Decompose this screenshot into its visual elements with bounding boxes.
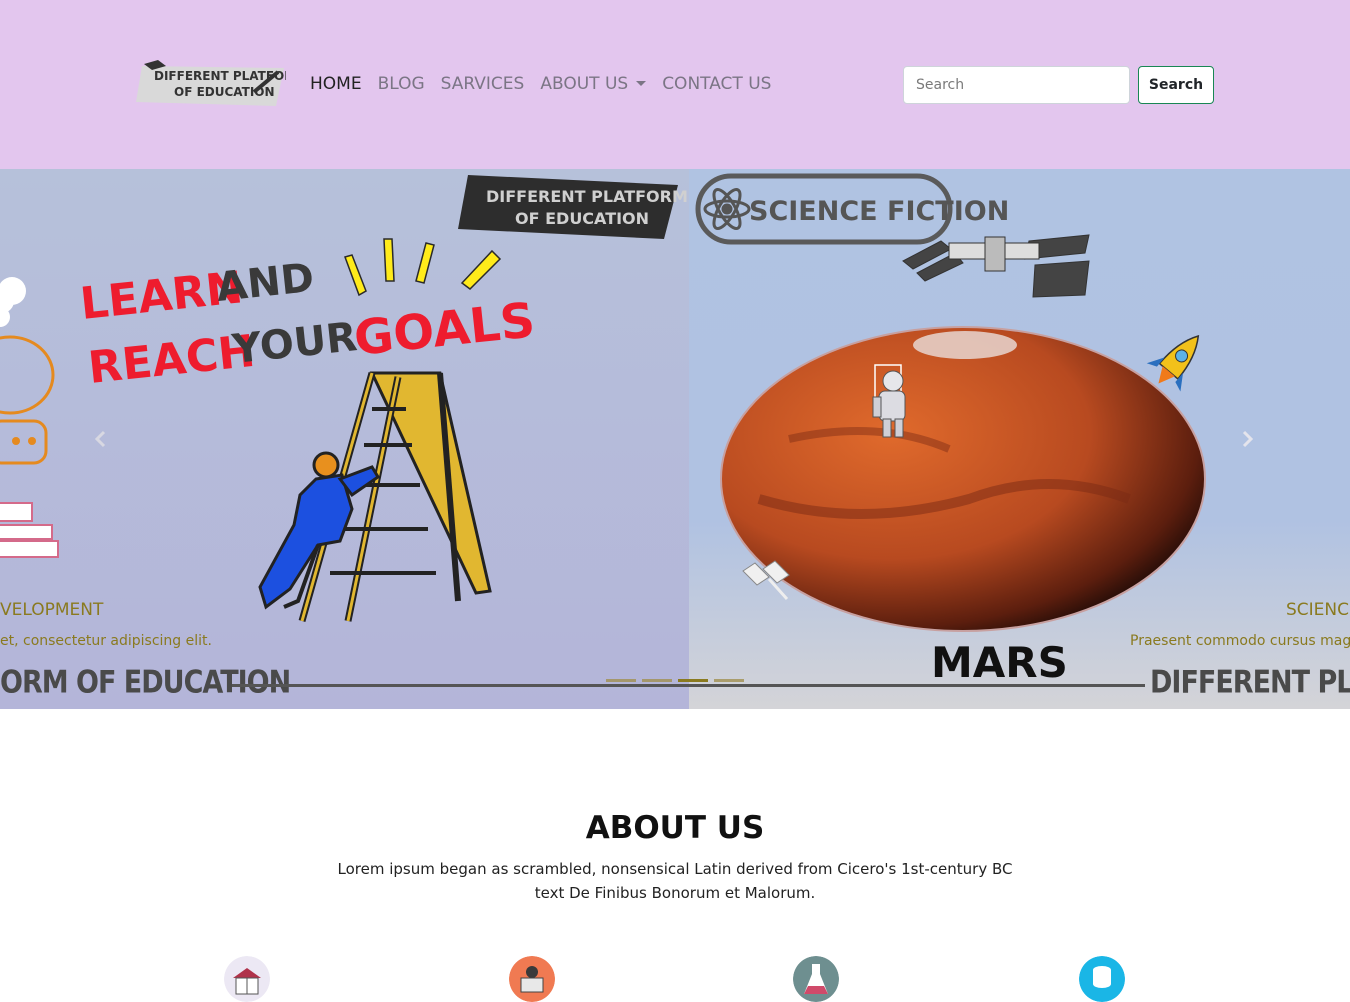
space-station-icon <box>902 234 1090 298</box>
slide-caption-title: SCIENC <box>1286 600 1350 620</box>
nav-about-label: ABOUT US <box>540 74 629 94</box>
database-icon <box>1079 956 1125 1002</box>
carousel-indicator-3[interactable] <box>678 679 708 682</box>
mars-label: MARS <box>931 638 1068 687</box>
carousel-indicators <box>606 679 744 682</box>
slide-band-text: ORM OF EDUCATION <box>0 664 291 701</box>
platform-logo-dark: DIFFERENT PLATFORM OF EDUCATION <box>458 175 688 239</box>
atom-icon <box>703 188 751 230</box>
search-button[interactable]: Search <box>1138 66 1214 104</box>
chat-bubble-icon <box>0 419 48 465</box>
book-icon <box>224 956 270 1002</box>
svg-text:YOUR: YOUR <box>229 314 359 373</box>
slide-caption-title: VELOPMENT <box>0 600 104 620</box>
nav-services[interactable]: SARVICES <box>441 74 525 94</box>
main-nav: HOME BLOG SARVICES ABOUT US CONTACT US <box>310 74 771 94</box>
speech-bubble-icon <box>0 335 55 415</box>
caret-down-icon <box>636 81 647 86</box>
carousel-prev-button[interactable] <box>83 421 119 457</box>
slide-caption-text: Praesent commodo cursus mag <box>1130 633 1350 649</box>
svg-text:AND: AND <box>214 255 316 311</box>
band-divider <box>689 684 1145 687</box>
about-title: ABOUT US <box>585 810 765 846</box>
svg-text:OF EDUCATION: OF EDUCATION <box>515 209 649 228</box>
laptop-gear-icon <box>509 956 555 1002</box>
site-logo[interactable]: DIFFERENT PLATFORM OF EDUCATION <box>136 58 286 108</box>
flask-icon <box>793 956 839 1002</box>
nav-about-dropdown[interactable]: ABOUT US <box>540 74 647 94</box>
svg-text:GOALS: GOALS <box>351 292 537 367</box>
hero-carousel: DIFFERENT PLATFORM OF EDUCATION LEARN AN… <box>0 169 1350 709</box>
carousel-indicator-2[interactable] <box>642 679 672 682</box>
chevron-left-icon <box>94 430 106 448</box>
nav-home[interactable]: HOME <box>310 74 362 94</box>
books-icon <box>0 502 59 558</box>
burst-icon <box>344 238 502 297</box>
carousel-indicator-4[interactable] <box>714 679 744 682</box>
science-fiction-badge: SCIENCE FICTION <box>695 173 1009 245</box>
search-input[interactable] <box>903 66 1130 104</box>
ladder-climber-illustration <box>258 371 492 622</box>
carousel-next-button[interactable] <box>1229 421 1265 457</box>
slide-caption-text: et, consectetur adipiscing elit. <box>0 633 212 649</box>
band-divider <box>232 684 689 687</box>
nav-contact[interactable]: CONTACT US <box>662 74 771 94</box>
svg-text:SCIENCE FICTION: SCIENCE FICTION <box>749 196 1009 227</box>
carousel-indicator-1[interactable] <box>606 679 636 682</box>
chevron-right-icon <box>1242 430 1254 448</box>
svg-text:DIFFERENT PLATFORM: DIFFERENT PLATFORM <box>486 187 688 206</box>
about-text: Lorem ipsum began as scrambled, nonsensi… <box>337 860 1013 902</box>
cloud-icon <box>0 277 26 327</box>
nav-blog[interactable]: BLOG <box>378 74 425 94</box>
mars-planet <box>720 326 1206 632</box>
navbar: DIFFERENT PLATFORM OF EDUCATION HOME BLO… <box>0 0 1350 169</box>
slide-band-text: DIFFERENT PLATFO <box>1150 664 1350 701</box>
